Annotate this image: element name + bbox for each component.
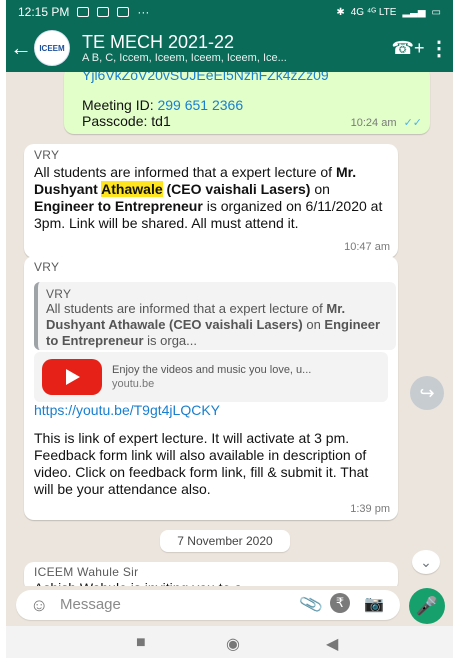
quoted-sender: VRY (46, 287, 72, 301)
message-composer: ☺ Message 📎 ₹ 📷 🎤 (6, 586, 453, 626)
status-bar-left: 12:15 PM ··· (18, 5, 149, 19)
message-input[interactable]: ☺ Message 📎 ₹ 📷 (16, 590, 400, 620)
quoted-intro: All students are informed that a expert … (46, 301, 327, 316)
bluetooth-icon: ✱ (336, 6, 345, 18)
chat-title-area[interactable]: TE MECH 2021-22 A B, C, Iccem, Iceem, Ic… (82, 32, 391, 65)
incoming-message-video[interactable]: VRY VRY All students are informed that a… (24, 256, 398, 520)
home-button-icon[interactable]: ◉ (226, 634, 240, 654)
group-avatar[interactable]: ICEEM (34, 30, 70, 66)
whatsapp-chat-screen: 12:15 PM ··· ✱ 4G ⁴ᴳ LTE ▂▃▅ ▭ ← ICEEM T… (0, 0, 459, 658)
chat-messages-area[interactable]: Yjl6VkZoV20vSUJEeEl5NzhFZk4zZz09 Meeting… (6, 72, 453, 614)
quoted-connector: on (306, 317, 325, 332)
whatsapp-status-icon (77, 7, 90, 17)
message-time: 10:24 am ✓✓ (351, 116, 422, 129)
recent-apps-icon[interactable]: ■ (136, 634, 146, 652)
message-sender: ICEEM Wahule Sir (34, 565, 139, 579)
camera-icon[interactable]: 📷 (364, 594, 384, 614)
call-add-icon[interactable]: ☎+ (391, 38, 425, 59)
system-navigation-bar: ■ ◉ ◀ (6, 626, 453, 658)
back-navigation-icon[interactable]: ◀ (326, 634, 338, 654)
message-sender: VRY (34, 148, 60, 162)
meeting-id-label: Meeting ID: (82, 97, 154, 113)
chat-title[interactable]: TE MECH 2021-22 (82, 32, 391, 52)
message-placeholder: Message (60, 596, 121, 613)
date-divider: 7 November 2020 (160, 530, 290, 552)
quoted-tail: is orga... (147, 333, 197, 348)
network-text: 4G ⁴ᴳ LTE (350, 6, 397, 18)
lecture-instructions: This is link of expert lecture. It will … (34, 430, 369, 497)
topic-connector: on (310, 181, 330, 197)
double-check-icon: ✓✓ (403, 117, 422, 129)
microphone-icon[interactable]: 🎤 (409, 588, 445, 624)
battery-icon: ▭ (431, 6, 441, 18)
outgoing-message-meeting[interactable]: Yjl6VkZoV20vSUJEeEl5NzhFZk4zZz09 Meeting… (64, 72, 430, 134)
message-time: 1:39 pm (350, 503, 390, 515)
quoted-text: All students are informed that a expert … (46, 301, 388, 349)
notification-status-icon (117, 7, 130, 17)
link-preview-card[interactable]: Enjoy the videos and music you love, u..… (34, 352, 388, 402)
passcode-label: Passcode: (82, 113, 148, 129)
preview-description: Enjoy the videos and music you love, u..… (112, 364, 312, 376)
preview-domain: youtu.be (112, 378, 155, 390)
status-dots: ··· (137, 5, 150, 19)
message-body: All students are informed that a expert … (34, 164, 386, 232)
share-arrow-icon[interactable]: ↪ (410, 376, 444, 410)
status-bar-right: ✱ 4G ⁴ᴳ LTE ▂▃▅ ▭ (336, 7, 441, 18)
company-name: (CEO vaishali Lasers) (166, 181, 311, 197)
chat-app-bar: ← ICEEM TE MECH 2021-22 A B, C, Iccem, I… (6, 24, 453, 72)
speaker-highlight: Athawale (101, 181, 163, 197)
emoji-icon[interactable]: ☺ (30, 595, 48, 616)
status-time: 12:15 PM (18, 5, 70, 19)
lecture-topic: Engineer to Entrepreneur (34, 198, 203, 214)
attachment-clip-icon[interactable]: 📎 (298, 592, 325, 618)
payment-icon[interactable]: ₹ (330, 593, 350, 613)
youtube-logo-icon (42, 359, 102, 395)
passcode-line: Passcode: td1 (82, 113, 171, 130)
meeting-id-link[interactable]: 299 651 2366 (157, 97, 243, 113)
message-sender: VRY (34, 260, 60, 274)
preview-text-group: Enjoy the videos and music you love, u..… (112, 363, 311, 391)
chevron-down-icon[interactable]: ⌄ (412, 550, 440, 574)
back-arrow-icon[interactable]: ← (8, 35, 34, 61)
lecture-intro: All students are informed that a expert … (34, 164, 336, 180)
incoming-message-lecture[interactable]: VRY All students are informed that a exp… (24, 144, 398, 258)
status-bar: 12:15 PM ··· ✱ 4G ⁴ᴳ LTE ▂▃▅ ▭ (6, 0, 453, 24)
quoted-message[interactable]: VRY All students are informed that a exp… (34, 282, 396, 350)
more-options-icon[interactable]: ⋮ (425, 36, 453, 61)
message-time: 10:47 am (344, 241, 390, 253)
message-status-icon (97, 7, 110, 17)
meeting-link[interactable]: Yjl6VkZoV20vSUJEeEl5NzhFZk4zZz09 (82, 72, 329, 84)
signal-icon: ▂▃▅ (402, 6, 426, 18)
time-text: 10:24 am (350, 117, 397, 129)
youtube-link[interactable]: https://youtu.be/T9gt4jLQCKY (34, 402, 220, 419)
passcode-value: td1 (151, 113, 171, 129)
meeting-id-line: Meeting ID: 299 651 2366 (82, 97, 243, 114)
chat-subtitle[interactable]: A B, C, Iccem, Iceem, Iceem, Iceem, Ice.… (82, 52, 391, 65)
